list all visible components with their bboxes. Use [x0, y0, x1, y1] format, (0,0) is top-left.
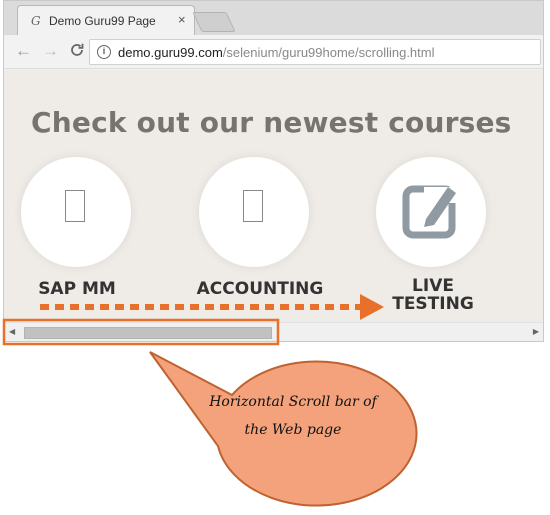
- url-path: /selenium/guru99home/scrolling.html: [222, 45, 435, 60]
- scroll-left-arrow-icon[interactable]: ◀: [9, 327, 15, 336]
- course-sap-mm-circle[interactable]: [21, 157, 131, 267]
- course-live-testing-circle[interactable]: [376, 157, 486, 267]
- course-label-line: TESTING: [392, 294, 474, 314]
- browser-window: G Demo Guru99 Page × ← → i demo.guru99.c…: [3, 0, 544, 342]
- browser-toolbar: ← → i demo.guru99.com/selenium/guru99hom…: [4, 35, 543, 69]
- url-text: demo.guru99.com/selenium/guru99home/scro…: [118, 45, 435, 60]
- course-label-sap-mm[interactable]: SAP MM: [24, 279, 130, 299]
- guru99-favicon-icon: G: [31, 14, 41, 28]
- scrollbar-thumb[interactable]: [24, 327, 272, 339]
- back-arrow-icon[interactable]: ←: [15, 42, 32, 60]
- reload-glyph-icon: [71, 43, 84, 56]
- tab-title: Demo Guru99 Page: [49, 14, 156, 28]
- horizontal-scrollbar[interactable]: ◀ ▶: [4, 322, 543, 341]
- course-label-line: LIVE: [412, 276, 454, 296]
- page-heading: Check out our newest courses: [31, 106, 512, 139]
- course-label-live-testing[interactable]: LIVE TESTING: [374, 277, 492, 313]
- course-accounting-circle[interactable]: [199, 157, 309, 267]
- tab-demo-guru99[interactable]: G Demo Guru99 Page ×: [17, 5, 195, 35]
- forward-arrow-icon[interactable]: →: [42, 42, 59, 60]
- address-bar[interactable]: i demo.guru99.com/selenium/guru99home/sc…: [89, 39, 541, 65]
- info-icon[interactable]: i: [97, 45, 111, 59]
- blank-page-icon: [243, 190, 263, 222]
- course-label-accounting[interactable]: ACCOUNTING: [190, 279, 330, 299]
- close-tab-icon[interactable]: ×: [178, 12, 186, 27]
- scroll-right-arrow-icon[interactable]: ▶: [533, 327, 539, 336]
- edit-icon: [402, 185, 458, 239]
- tab-bar: G Demo Guru99 Page ×: [4, 1, 543, 35]
- callout-text: Horizontal Scroll bar of the Web page: [209, 394, 377, 438]
- url-domain: demo.guru99.com: [118, 45, 223, 60]
- new-tab-button[interactable]: [192, 12, 236, 32]
- reload-icon[interactable]: [69, 42, 85, 63]
- web-page-viewport: Check out our newest courses SAP MM ACCO…: [4, 70, 543, 322]
- blank-page-icon: [65, 190, 85, 222]
